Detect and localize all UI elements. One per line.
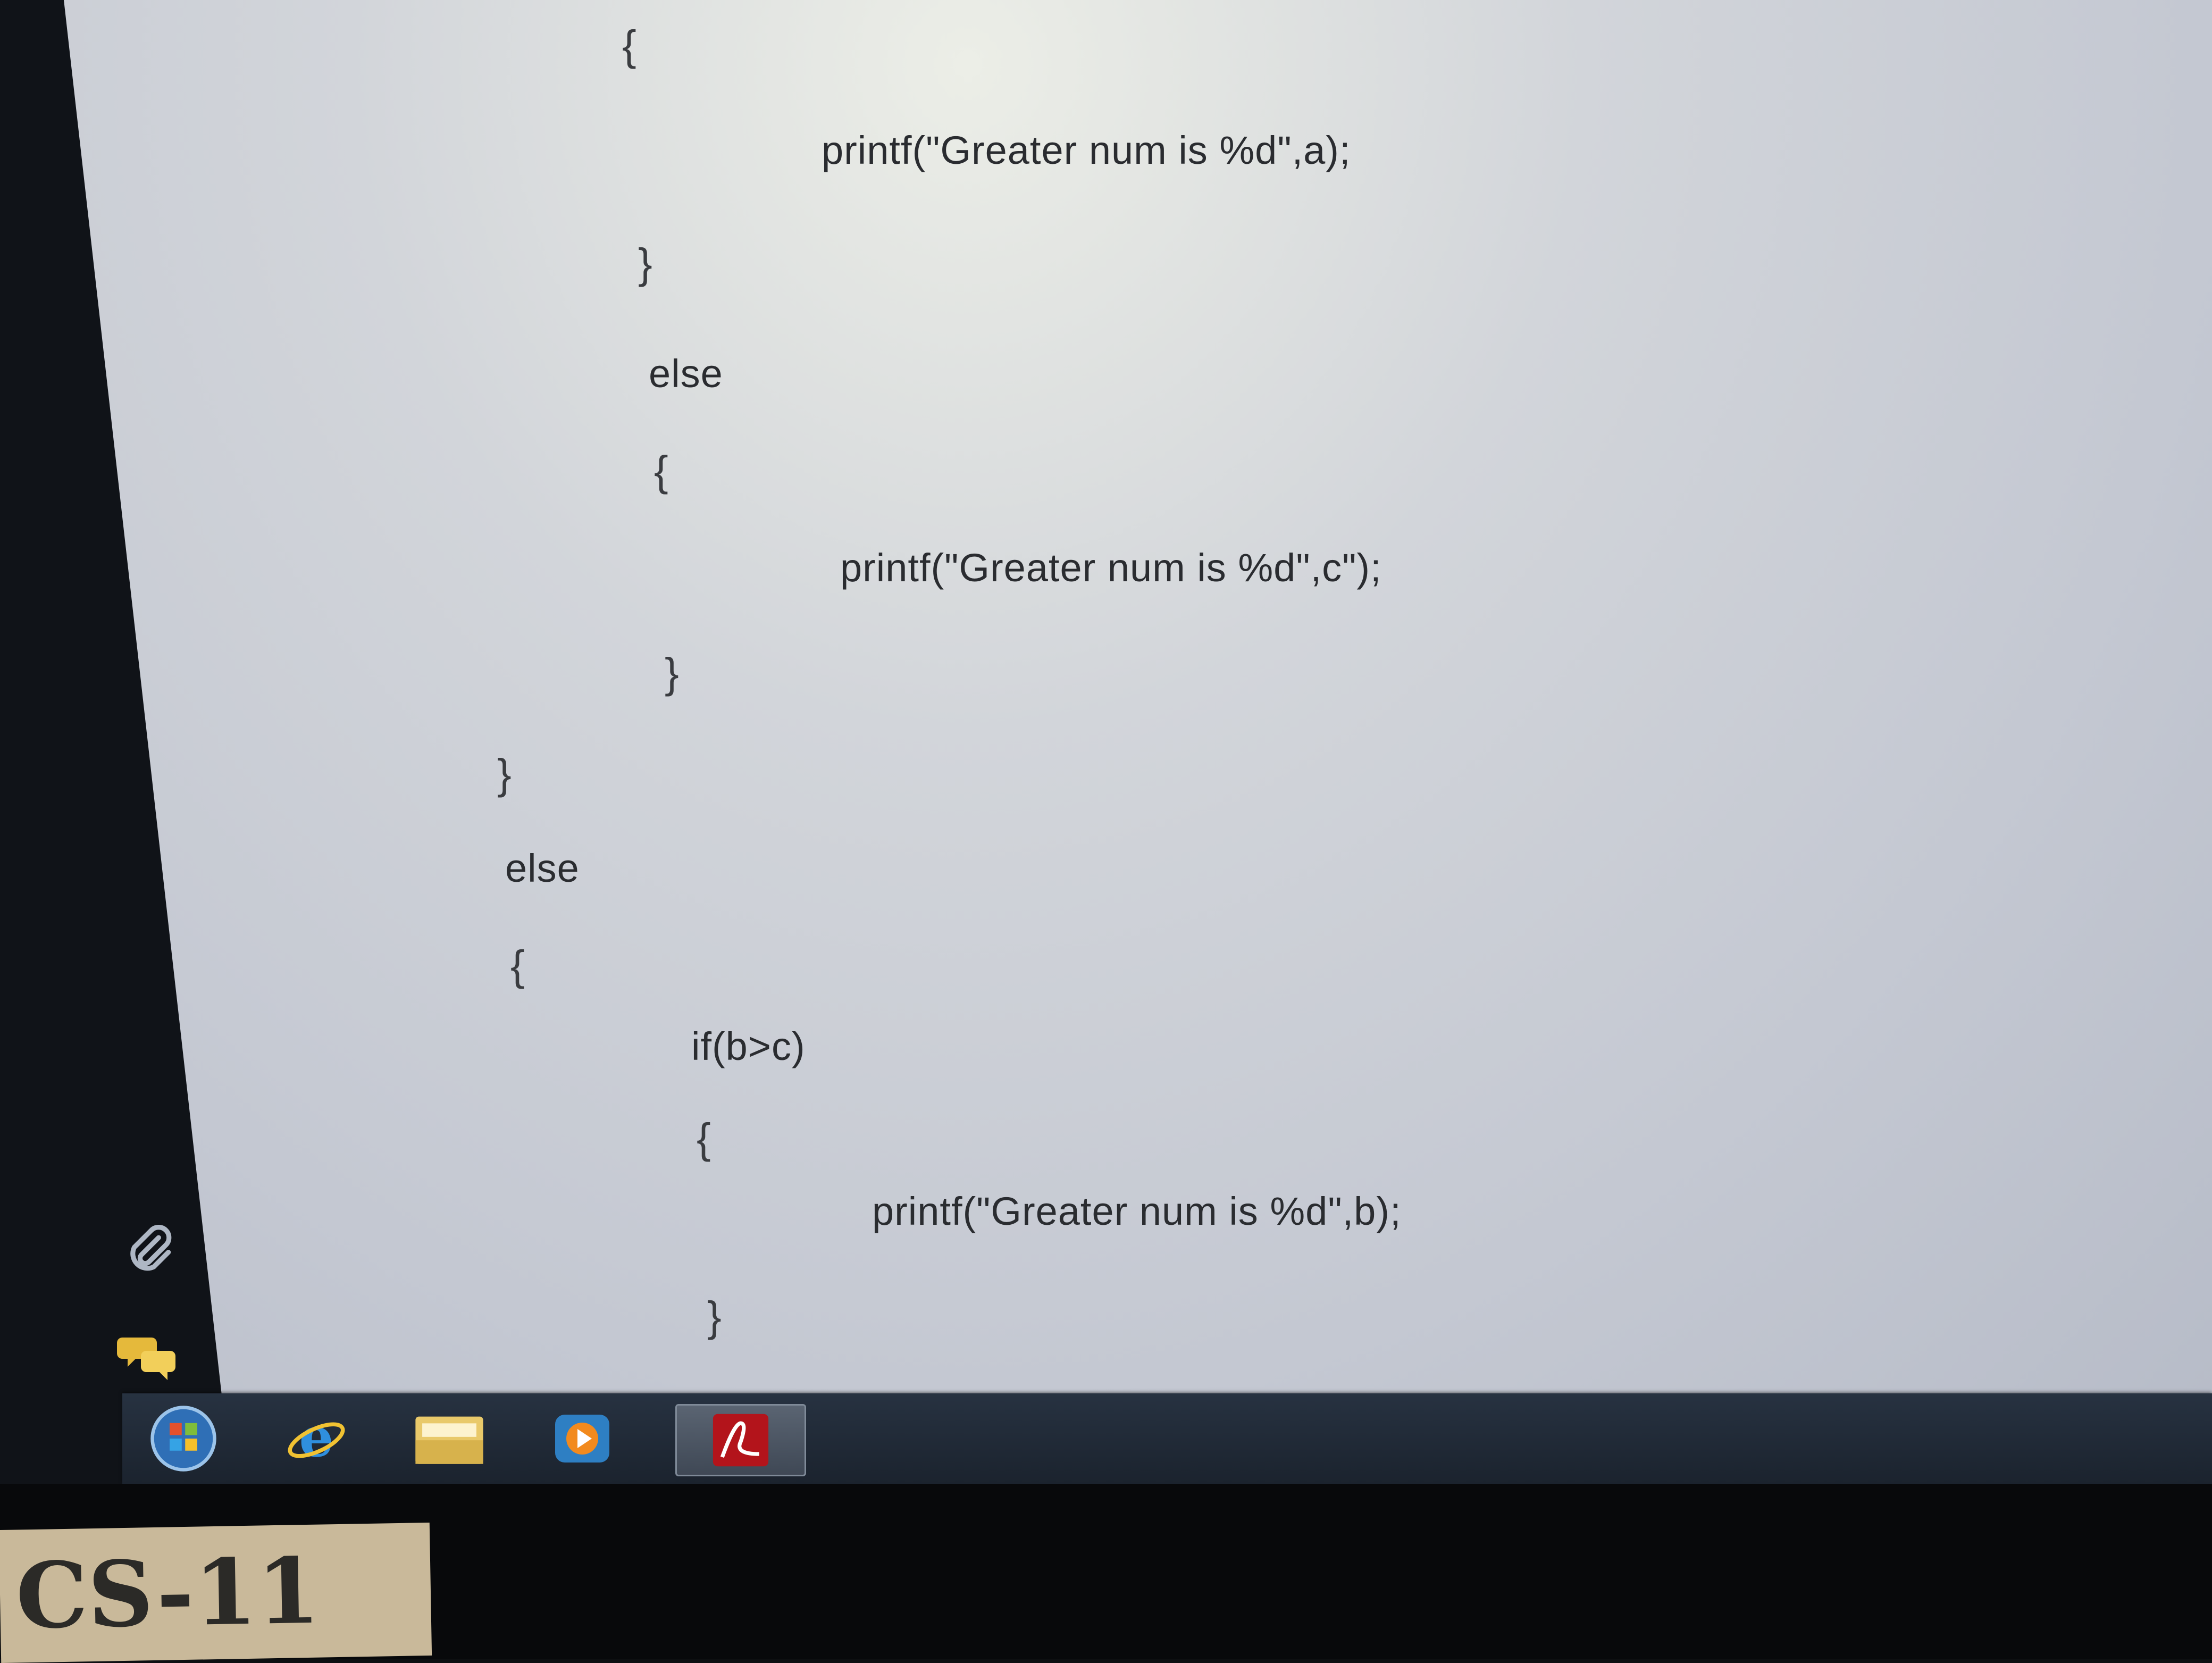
svg-text:e: e bbox=[299, 1407, 334, 1469]
adobe-reader-icon[interactable] bbox=[675, 1404, 806, 1476]
code-line: if(b>c) bbox=[691, 1024, 806, 1068]
code-line: printf("Greater num is %d",b); bbox=[872, 1189, 1402, 1233]
code-line: } bbox=[638, 240, 653, 287]
desk-label: CS-11 bbox=[0, 1522, 432, 1663]
code-line: } bbox=[665, 649, 680, 697]
code-line: printf("Greater num is %d",a); bbox=[822, 128, 1351, 172]
start-orb-icon[interactable] bbox=[144, 1404, 223, 1473]
code-line: else bbox=[649, 352, 723, 396]
code-line: { bbox=[654, 447, 669, 495]
code-line: printf("Greater num is %d",c"); bbox=[840, 546, 1382, 590]
code-line: { bbox=[697, 1115, 711, 1162]
code-line: { bbox=[510, 942, 525, 989]
chat-icon[interactable] bbox=[112, 1319, 186, 1393]
paperclip-icon[interactable] bbox=[112, 1213, 186, 1287]
code-line: { bbox=[622, 22, 637, 69]
internet-explorer-icon[interactable]: e bbox=[276, 1404, 356, 1473]
document-page: { printf("Greater num is %d",a); } else … bbox=[64, 0, 2212, 1409]
code-line: } bbox=[707, 1293, 722, 1340]
code-line: else bbox=[505, 846, 580, 890]
code-line: } bbox=[497, 750, 512, 798]
media-player-icon[interactable] bbox=[542, 1404, 622, 1473]
taskbar: e bbox=[122, 1393, 2212, 1484]
file-explorer-icon[interactable] bbox=[409, 1404, 489, 1473]
monitor-screen: { printf("Greater num is %d",a); } else … bbox=[0, 0, 2212, 1542]
